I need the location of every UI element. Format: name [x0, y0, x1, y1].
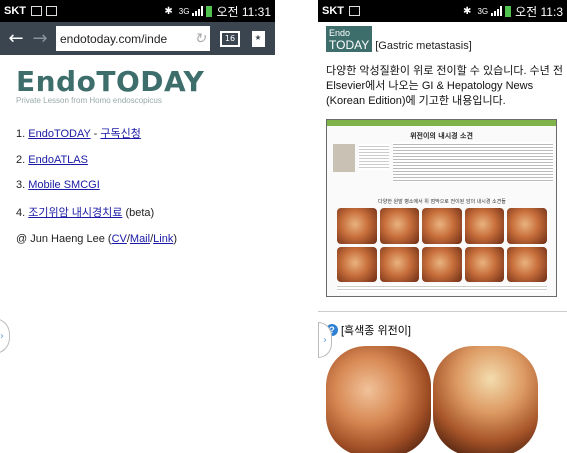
page-title: [Gastric metastasis] [375, 40, 472, 52]
endotoday-logo[interactable]: Endo TODAY [326, 26, 373, 52]
main-menu: 1. EndoTODAY - 구독신청 2. EndoATLAS 3. Mobi… [16, 125, 275, 245]
page-header: Endo TODAY [Gastric metastasis] [326, 26, 567, 52]
endoscopy-thumbnail [379, 246, 420, 282]
author-info-text [359, 144, 389, 170]
address-bar[interactable]: endotoday.com/inde ↻ [56, 26, 210, 51]
figure-caption: 다양한 원발 병소에서 위 점막으로 전이된 암의 내시경 소견들 [378, 199, 506, 205]
article-image[interactable]: 위전이의 내시경 소견 다양한 원발 병소에서 위 점막으로 전이된 암의 내시… [326, 119, 557, 297]
back-arrow-icon[interactable]: ← [4, 28, 28, 49]
browser-toolbar: ← → endotoday.com/inde ↻ 16 [0, 22, 275, 55]
menu-item-number: 2. [16, 154, 26, 166]
left-phone-screen: SKT ✱ 3G 오전 11:31 ← → endotoday.com/inde… [0, 0, 275, 453]
screenshot-icon [31, 6, 42, 16]
url-text[interactable]: endotoday.com/inde [60, 32, 194, 46]
endoatlas-link[interactable]: EndoATLAS [28, 154, 88, 166]
intro-paragraph: 다양한 악성질환이 위로 전이할 수 있습니다. 수년 전 Elsevier에서… [326, 65, 563, 107]
article-body-text [393, 142, 553, 182]
endoscopy-image-grid [337, 208, 547, 282]
reload-icon[interactable]: ↻ [194, 30, 206, 47]
carrier-label: SKT [322, 5, 344, 17]
battery-icon [505, 5, 512, 17]
bookmark-icon[interactable] [252, 30, 265, 47]
credit-suffix: ) [173, 233, 177, 245]
endotoday-link[interactable]: EndoTODAY [28, 128, 90, 140]
endoscopy-thumbnail [422, 246, 462, 282]
beta-label: (beta) [122, 207, 155, 219]
endoscopy-thumbnail [379, 208, 420, 244]
credit-prefix: @ Jun Haeng Lee ( [16, 233, 112, 245]
network-type-label: 3G [178, 6, 190, 16]
menu-item-number: 4. [16, 207, 26, 219]
author-credit: @ Jun Haeng Lee (CV/Mail/Link) [16, 233, 275, 245]
endoscopy-photo-right [433, 346, 538, 453]
author-photo [333, 144, 355, 172]
melanoma-endoscopy-image[interactable] [326, 346, 540, 453]
melanoma-heading: [흑색종 위전이] [341, 325, 411, 337]
endoscopy-thumbnail [507, 208, 547, 244]
subscribe-link[interactable]: 구독신청 [100, 128, 140, 140]
endoscopy-thumbnail [337, 208, 377, 244]
cv-link[interactable]: CV [112, 233, 127, 245]
clock-label: 오전 11:31 [216, 4, 271, 19]
mobile-smcgi-link[interactable]: Mobile SMCGI [28, 179, 100, 191]
menu-item-number: 3. [16, 179, 26, 191]
signal-icon [491, 6, 503, 16]
menu-item-number: 1. [16, 128, 26, 140]
logo-subtitle: Private Lesson from Homo endoscopicus [16, 96, 162, 105]
menu-item-smcgi: 3. Mobile SMCGI [16, 179, 275, 191]
endoscopy-thumbnail [464, 208, 505, 244]
section-heading: ? [흑색종 위전이] [326, 322, 567, 338]
right-phone-screen: SKT ✱ 3G 오전 11:3 Endo TODAY [Gastric met… [318, 0, 567, 453]
side-panel-handle[interactable]: › [0, 318, 10, 354]
battery-icon [206, 5, 213, 17]
signal-icon [192, 6, 204, 16]
bluetooth-icon: ✱ [164, 5, 173, 17]
notification-icon [46, 6, 57, 16]
site-logo[interactable]: EndoTODAY Private Lesson from Homo endos… [16, 65, 275, 105]
notification-icon [349, 6, 360, 16]
menu-separator: - [90, 128, 101, 140]
link-link[interactable]: Link [153, 233, 173, 245]
logo-title: EndoTODAY [16, 65, 205, 98]
article-header-bar [327, 120, 556, 126]
carrier-label: SKT [4, 5, 26, 17]
logo-line2: TODAY [329, 38, 370, 52]
endoscopy-photo-left [326, 346, 431, 453]
clock-label: 오전 11:3 [515, 4, 563, 19]
menu-item-endotoday: 1. EndoTODAY - 구독신청 [16, 125, 275, 141]
mail-link[interactable]: Mail [130, 233, 150, 245]
egc-treatment-link[interactable]: 조기위암 내시경치료 [28, 207, 122, 219]
menu-item-endoatlas: 2. EndoATLAS [16, 154, 275, 166]
bluetooth-icon: ✱ [463, 5, 472, 17]
endoscopy-thumbnail [507, 246, 547, 282]
network-type-label: 3G [477, 6, 489, 16]
menu-item-egc: 4. 조기위암 내시경치료 (beta) [16, 204, 275, 220]
article-title: 위전이의 내시경 소견 [410, 132, 473, 140]
status-bar: SKT ✱ 3G 오전 11:3 [318, 0, 567, 22]
section-divider [318, 311, 567, 312]
endoscopy-thumbnail [464, 246, 505, 282]
endoscopy-thumbnail [422, 208, 462, 244]
tabs-button[interactable]: 16 [220, 30, 240, 47]
status-bar: SKT ✱ 3G 오전 11:31 [0, 0, 275, 22]
forward-arrow-icon[interactable]: → [28, 28, 52, 49]
article-footnote [337, 284, 547, 292]
endoscopy-thumbnail [337, 246, 377, 282]
